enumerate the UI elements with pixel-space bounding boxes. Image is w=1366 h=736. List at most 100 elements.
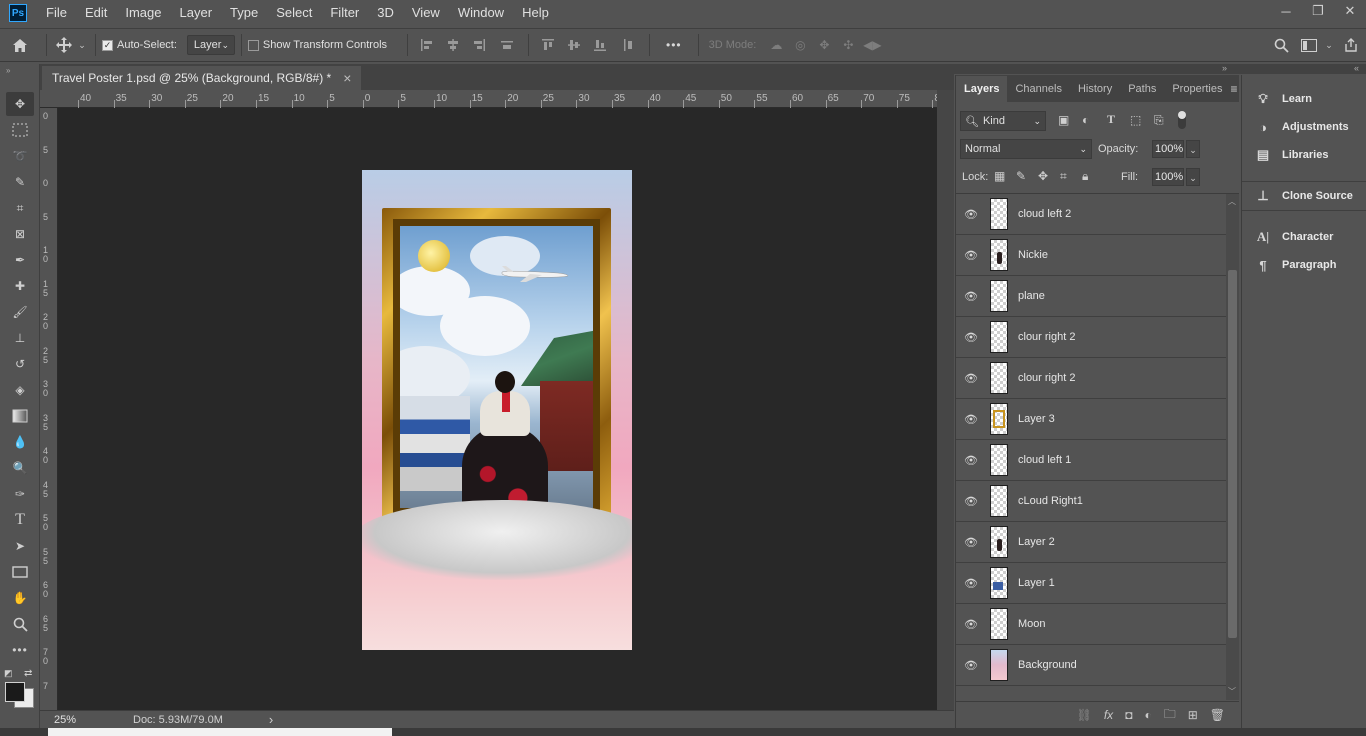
foreground-color-swatch[interactable] <box>5 682 25 702</box>
visibility-eye-icon[interactable]: 👁︎ <box>956 495 986 508</box>
horizontal-ruler[interactable]: 40 35 30 25 20 15 10 5 0 5 10 15 20 25 30 35 40 45 50 55 60 6… <box>40 90 940 108</box>
swap-colors-icon[interactable]: ⇄ <box>24 668 32 679</box>
opacity-chevron-icon[interactable]: ⌄ <box>1186 140 1200 158</box>
visibility-eye-icon[interactable]: 👁︎ <box>956 577 986 590</box>
tab-history[interactable]: History <box>1070 76 1120 102</box>
restore-button[interactable]: ❐ <box>1302 0 1334 22</box>
align-bottom-icon[interactable] <box>587 38 613 52</box>
collapse-arrows-icon[interactable]: « <box>1354 63 1359 73</box>
menu-view[interactable]: View <box>403 0 449 26</box>
blur-tool[interactable]: 💧 <box>6 430 34 454</box>
path-selection-tool[interactable]: ➤ <box>6 534 34 558</box>
filter-shape-icon[interactable]: ⬚ <box>1130 113 1141 127</box>
default-colors-icon[interactable]: ◩ <box>4 668 13 679</box>
layer-row[interactable]: 👁︎ Moon <box>956 604 1226 645</box>
filter-smart-object-icon[interactable]: ⎘ <box>1154 113 1164 128</box>
menu-edit[interactable]: Edit <box>76 0 116 26</box>
menu-filter[interactable]: Filter <box>321 0 368 26</box>
share-icon[interactable] <box>1336 38 1366 52</box>
filter-adjustment-icon[interactable]: ◐ <box>1082 113 1089 127</box>
layer-filter-dropdown[interactable]: 🔍︎ Kind ⌄ <box>960 111 1046 131</box>
more-options-icon[interactable]: ••• <box>666 38 682 52</box>
add-mask-icon[interactable]: ◘ <box>1125 708 1132 722</box>
align-middle-icon[interactable] <box>561 38 587 52</box>
align-left-icon[interactable] <box>414 38 440 52</box>
fill-input[interactable]: 100% <box>1152 168 1184 186</box>
lock-transparent-pixels-icon[interactable]: ▦ <box>994 169 1005 183</box>
search-icon[interactable] <box>1266 38 1296 53</box>
layer-row[interactable]: 👁︎ cloud left 2 <box>956 194 1226 235</box>
new-layer-icon[interactable]: ⊞ <box>1188 708 1198 722</box>
align-top-icon[interactable] <box>535 38 561 52</box>
layer-row[interactable]: 👁︎ Background <box>956 645 1226 686</box>
filter-type-icon[interactable]: T <box>1107 112 1115 127</box>
panel-learn[interactable]: 💡︎ Learn <box>1242 86 1366 112</box>
align-right-icon[interactable] <box>466 38 492 52</box>
auto-select-target-dropdown[interactable]: Layer ⌄ <box>186 35 235 55</box>
poster-artwork[interactable] <box>362 170 632 650</box>
tab-channels[interactable]: Channels <box>1007 76 1069 102</box>
gradient-tool[interactable] <box>6 404 34 428</box>
move-tool[interactable]: ✥ <box>6 92 34 116</box>
panel-libraries[interactable]: ▤ Libraries <box>1242 142 1366 168</box>
distribute-horizontal-icon[interactable] <box>492 38 522 52</box>
eraser-tool[interactable]: ◈ <box>6 378 34 402</box>
zoom-level[interactable]: 25% <box>40 714 88 726</box>
panel-clone-source[interactable]: ⊥ Clone Source <box>1242 183 1366 209</box>
show-transform-controls-checkbox[interactable] <box>247 39 259 51</box>
visibility-eye-icon[interactable]: 👁︎ <box>956 536 986 549</box>
3d-slide-icon[interactable]: ✣ <box>836 38 860 52</box>
scroll-down-icon[interactable]: ﹀ <box>1228 686 1236 697</box>
lock-artboard-icon[interactable]: ⌗ <box>1060 169 1067 184</box>
opacity-input[interactable]: 100% <box>1152 140 1184 158</box>
marquee-tool[interactable] <box>6 118 34 142</box>
rectangle-tool[interactable] <box>6 560 34 584</box>
tab-properties[interactable]: Properties <box>1164 76 1230 102</box>
close-tab-icon[interactable]: × <box>343 70 351 86</box>
layer-row[interactable]: 👁︎ Layer 3 <box>956 399 1226 440</box>
3d-orbit-icon[interactable]: ☁ <box>764 38 788 52</box>
crop-tool[interactable]: ⌗ <box>6 196 34 220</box>
lock-position-icon[interactable]: ✥ <box>1038 169 1048 183</box>
clone-stamp-tool[interactable]: ⊥ <box>6 326 34 350</box>
3d-scale-icon[interactable]: ◀▶ <box>860 38 884 52</box>
3d-roll-icon[interactable]: ◎ <box>788 38 812 52</box>
align-center-icon[interactable] <box>440 38 466 52</box>
zoom-tool[interactable] <box>6 612 34 636</box>
dodge-tool[interactable]: 🔍 <box>6 456 34 480</box>
filter-pixel-icon[interactable]: ▣ <box>1058 113 1069 127</box>
layer-row[interactable]: 👁︎ Layer 1 <box>956 563 1226 604</box>
layer-style-fx-icon[interactable]: fx <box>1104 708 1113 722</box>
distribute-vertical-icon[interactable] <box>613 38 643 52</box>
menu-3d[interactable]: 3D <box>368 0 403 26</box>
type-tool[interactable]: T <box>6 508 34 532</box>
workspace-icon[interactable] <box>1296 38 1322 52</box>
visibility-eye-icon[interactable]: 👁︎ <box>956 659 986 672</box>
scroll-up-icon[interactable]: ︿ <box>1228 196 1236 207</box>
fill-chevron-icon[interactable]: ⌄ <box>1186 168 1200 186</box>
taskbar-item[interactable] <box>48 728 392 736</box>
frame-tool[interactable]: ⊠ <box>6 222 34 246</box>
panel-character[interactable]: A| Character <box>1242 224 1366 250</box>
visibility-eye-icon[interactable]: 👁︎ <box>956 618 986 631</box>
tab-layers[interactable]: Layers <box>956 76 1008 102</box>
hand-tool[interactable]: ✋ <box>6 586 34 610</box>
move-tool-icon[interactable] <box>53 37 75 53</box>
lock-all-icon[interactable]: 🔒︎ <box>1082 169 1088 184</box>
adjustment-layer-icon[interactable]: ◐ <box>1144 708 1151 722</box>
layer-row[interactable]: 👁︎ cLoud Right1 <box>956 481 1226 522</box>
edit-toolbar-button[interactable]: ••• <box>6 638 34 662</box>
layer-row[interactable]: 👁︎ Nickie <box>956 235 1226 276</box>
3d-pan-icon[interactable]: ✥ <box>812 38 836 52</box>
layer-list-scrollbar[interactable]: ︿ ﹀ <box>1226 194 1239 700</box>
panel-adjustments[interactable]: ◑ Adjustments <box>1242 114 1366 140</box>
visibility-eye-icon[interactable]: 👁︎ <box>956 372 986 385</box>
pen-tool[interactable]: ✑ <box>6 482 34 506</box>
menu-image[interactable]: Image <box>116 0 170 26</box>
minimize-button[interactable]: ─ <box>1270 0 1302 22</box>
lock-image-pixels-icon[interactable]: ✎ <box>1016 169 1026 183</box>
menu-select[interactable]: Select <box>267 0 321 26</box>
tab-paths[interactable]: Paths <box>1120 76 1164 102</box>
delete-layer-trash-icon[interactable]: 🗑︎ <box>1210 708 1225 722</box>
blend-mode-dropdown[interactable]: Normal ⌄ <box>960 139 1092 159</box>
